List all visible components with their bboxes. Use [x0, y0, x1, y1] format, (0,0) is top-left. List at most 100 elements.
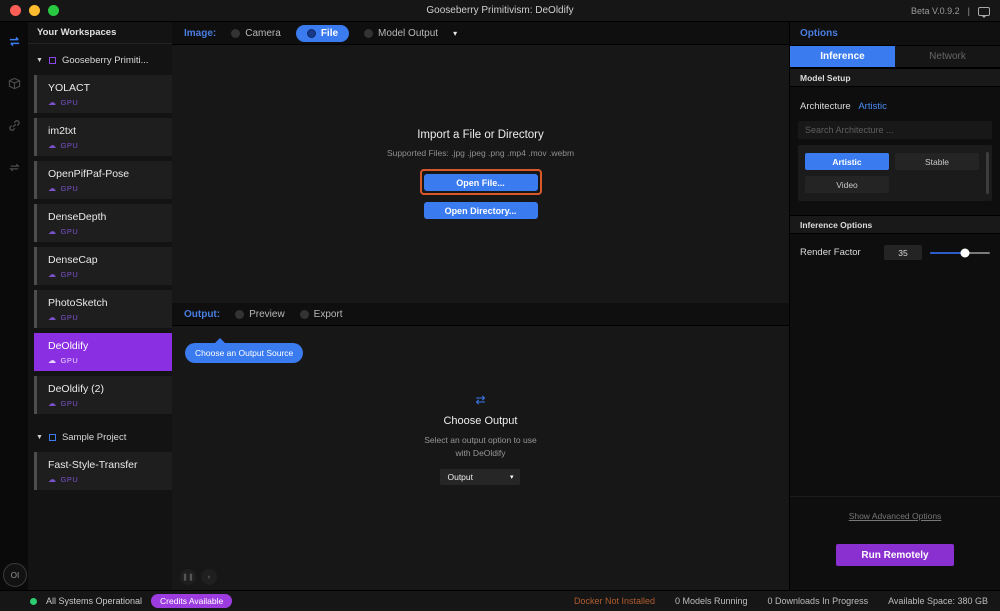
tab-inference[interactable]: Inference — [790, 46, 895, 67]
workspace-item-photosketch[interactable]: PhotoSketch ☁GPU — [34, 290, 172, 328]
slider-thumb[interactable] — [960, 248, 969, 257]
available-space-text: Available Space: 380 GB — [888, 596, 988, 606]
open-file-highlight: Open File... — [420, 169, 542, 196]
titlebar-separator: | — [968, 6, 970, 16]
choose-output-block: ⇄ Choose Output Select an output option … — [424, 393, 536, 485]
project-group-label: Sample Project — [62, 432, 126, 443]
downloads-progress-text: 0 Downloads In Progress — [768, 596, 869, 606]
output-dropdown[interactable]: Output ▾ — [440, 469, 520, 485]
gpu-tag: GPU — [61, 184, 79, 193]
render-factor-value[interactable]: 35 — [884, 245, 922, 260]
camera-icon — [231, 29, 240, 38]
gpu-tag: GPU — [61, 98, 79, 107]
workspace-item-yolact[interactable]: YOLACT ☁GPU — [34, 75, 172, 113]
image-toolbar-label: Image: — [184, 28, 216, 39]
models-running-text: 0 Models Running — [675, 596, 748, 606]
architecture-value-link[interactable]: Artistic — [858, 101, 887, 112]
render-factor-slider[interactable] — [930, 248, 990, 258]
image-source-camera[interactable]: Camera — [231, 28, 281, 39]
architecture-list: Artistic Stable Video — [798, 145, 992, 201]
pause-button[interactable]: ❚❚ — [180, 569, 196, 585]
workspace-item-fast-style-transfer[interactable]: Fast-Style-Transfer ☁GPU — [34, 452, 172, 490]
box-icon[interactable] — [7, 76, 21, 90]
system-status-text: All Systems Operational — [46, 596, 142, 606]
chevron-down-icon: ▾ — [510, 473, 514, 481]
beta-version-label: Beta V.0.9.2 — [911, 6, 960, 16]
search-architecture-input[interactable] — [798, 121, 992, 139]
image-toolbar: Image: Camera File Model Output ▾ — [172, 22, 789, 45]
cloud-icon: ☁ — [48, 399, 57, 408]
inference-options-header: Inference Options — [790, 215, 1000, 234]
choose-output-source-button[interactable]: Choose an Output Source — [185, 343, 303, 363]
model-setup-header: Model Setup — [790, 68, 1000, 87]
credits-available-badge[interactable]: Credits Available — [151, 594, 232, 608]
status-green-dot — [30, 598, 37, 605]
choose-output-description: Select an output option to use with DeOl… — [424, 434, 536, 460]
architecture-list-scrollbar[interactable] — [986, 152, 989, 194]
output-panel: Choose an Output Source ⇄ Choose Output … — [172, 326, 789, 590]
options-footer: Show Advanced Options Run Remotely — [790, 496, 1000, 590]
run-remotely-button[interactable]: Run Remotely — [836, 544, 954, 566]
status-bar: All Systems Operational Credits Availabl… — [0, 590, 1000, 611]
gpu-tag: GPU — [61, 313, 79, 322]
output-mode-preview[interactable]: Preview — [235, 309, 285, 320]
link-icon[interactable] — [7, 118, 21, 132]
architecture-option-stable[interactable]: Stable — [895, 153, 979, 170]
project-group-gooseberry[interactable]: ▼ Gooseberry Primiti... — [28, 44, 172, 75]
feedback-chat-icon[interactable] — [978, 7, 990, 16]
import-panel: Import a File or Directory Supported Fil… — [172, 45, 789, 303]
architecture-option-artistic[interactable]: Artistic — [805, 153, 889, 170]
workspace-item-deoldify[interactable]: DeOldify ☁GPU — [34, 333, 172, 371]
swap-arrows-icon[interactable] — [7, 34, 21, 48]
chevron-down-icon[interactable]: ▼ — [36, 57, 43, 64]
model-output-icon — [364, 29, 373, 38]
architecture-row: Architecture Artistic — [800, 101, 990, 112]
workspace-item-im2txt[interactable]: im2txt ☁GPU — [34, 118, 172, 156]
workspace-item-densedepth[interactable]: DenseDepth ☁GPU — [34, 204, 172, 242]
capture-button[interactable]: ◗ — [201, 569, 217, 585]
gpu-tag: GPU — [61, 475, 79, 484]
open-file-button[interactable]: Open File... — [424, 174, 538, 191]
render-factor-label: Render Factor — [800, 247, 884, 258]
workspace-item-openpifpaf-pose[interactable]: OpenPifPaf-Pose ☁GPU — [34, 161, 172, 199]
architecture-label: Architecture — [800, 101, 851, 112]
tab-network[interactable]: Network — [895, 46, 1000, 67]
options-panel: Options Inference Network Model Setup Ar… — [790, 22, 1000, 590]
supported-files-text: Supported Files: .jpg .jpeg .png .mp4 .m… — [387, 148, 574, 158]
cloud-icon: ☁ — [48, 313, 57, 322]
chevron-down-icon[interactable]: ▼ — [36, 434, 43, 441]
image-source-model-output[interactable]: Model Output — [364, 28, 438, 39]
cloud-icon: ☁ — [48, 98, 57, 107]
cloud-icon: ☁ — [48, 227, 57, 236]
main-panel: Image: Camera File Model Output ▾ Import… — [172, 22, 790, 590]
workspace-item-deoldify-2[interactable]: DeOldify (2) ☁GPU — [34, 376, 172, 414]
options-tabs: Inference Network — [790, 46, 1000, 68]
output-dropdown-value: Output — [447, 472, 509, 482]
gpu-tag: GPU — [61, 399, 79, 408]
output-mode-export[interactable]: Export — [300, 309, 343, 320]
export-icon — [300, 310, 309, 319]
file-icon — [307, 29, 316, 38]
window-title: Gooseberry Primitivism: DeOldify — [0, 5, 1000, 16]
cloud-icon: ☁ — [48, 270, 57, 279]
output-toolbar: Output: Preview Export — [172, 303, 789, 326]
output-toolbar-label: Output: — [184, 309, 220, 320]
titlebar: Gooseberry Primitivism: DeOldify Beta V.… — [0, 0, 1000, 22]
architecture-option-video[interactable]: Video — [805, 176, 889, 193]
gpu-tag: GPU — [61, 227, 79, 236]
repeat-icon[interactable] — [7, 160, 21, 174]
show-advanced-options-link[interactable]: Show Advanced Options — [790, 511, 1000, 521]
choose-output-heading: Choose Output — [443, 415, 517, 427]
image-source-dropdown-caret[interactable]: ▾ — [453, 29, 457, 38]
image-source-file[interactable]: File — [296, 25, 349, 42]
chat-widget-button[interactable]: OI — [3, 563, 27, 587]
open-directory-button[interactable]: Open Directory... — [424, 202, 538, 219]
options-title: Options — [790, 22, 1000, 46]
cloud-icon: ☁ — [48, 141, 57, 150]
cloud-icon: ☁ — [48, 475, 57, 484]
app-window: Gooseberry Primitivism: DeOldify Beta V.… — [0, 0, 1000, 611]
project-group-sample[interactable]: ▼ Sample Project — [28, 421, 172, 452]
workspace-item-densecap[interactable]: DenseCap ☁GPU — [34, 247, 172, 285]
icon-rail — [0, 22, 28, 590]
workspaces-header: Your Workspaces — [28, 22, 172, 44]
